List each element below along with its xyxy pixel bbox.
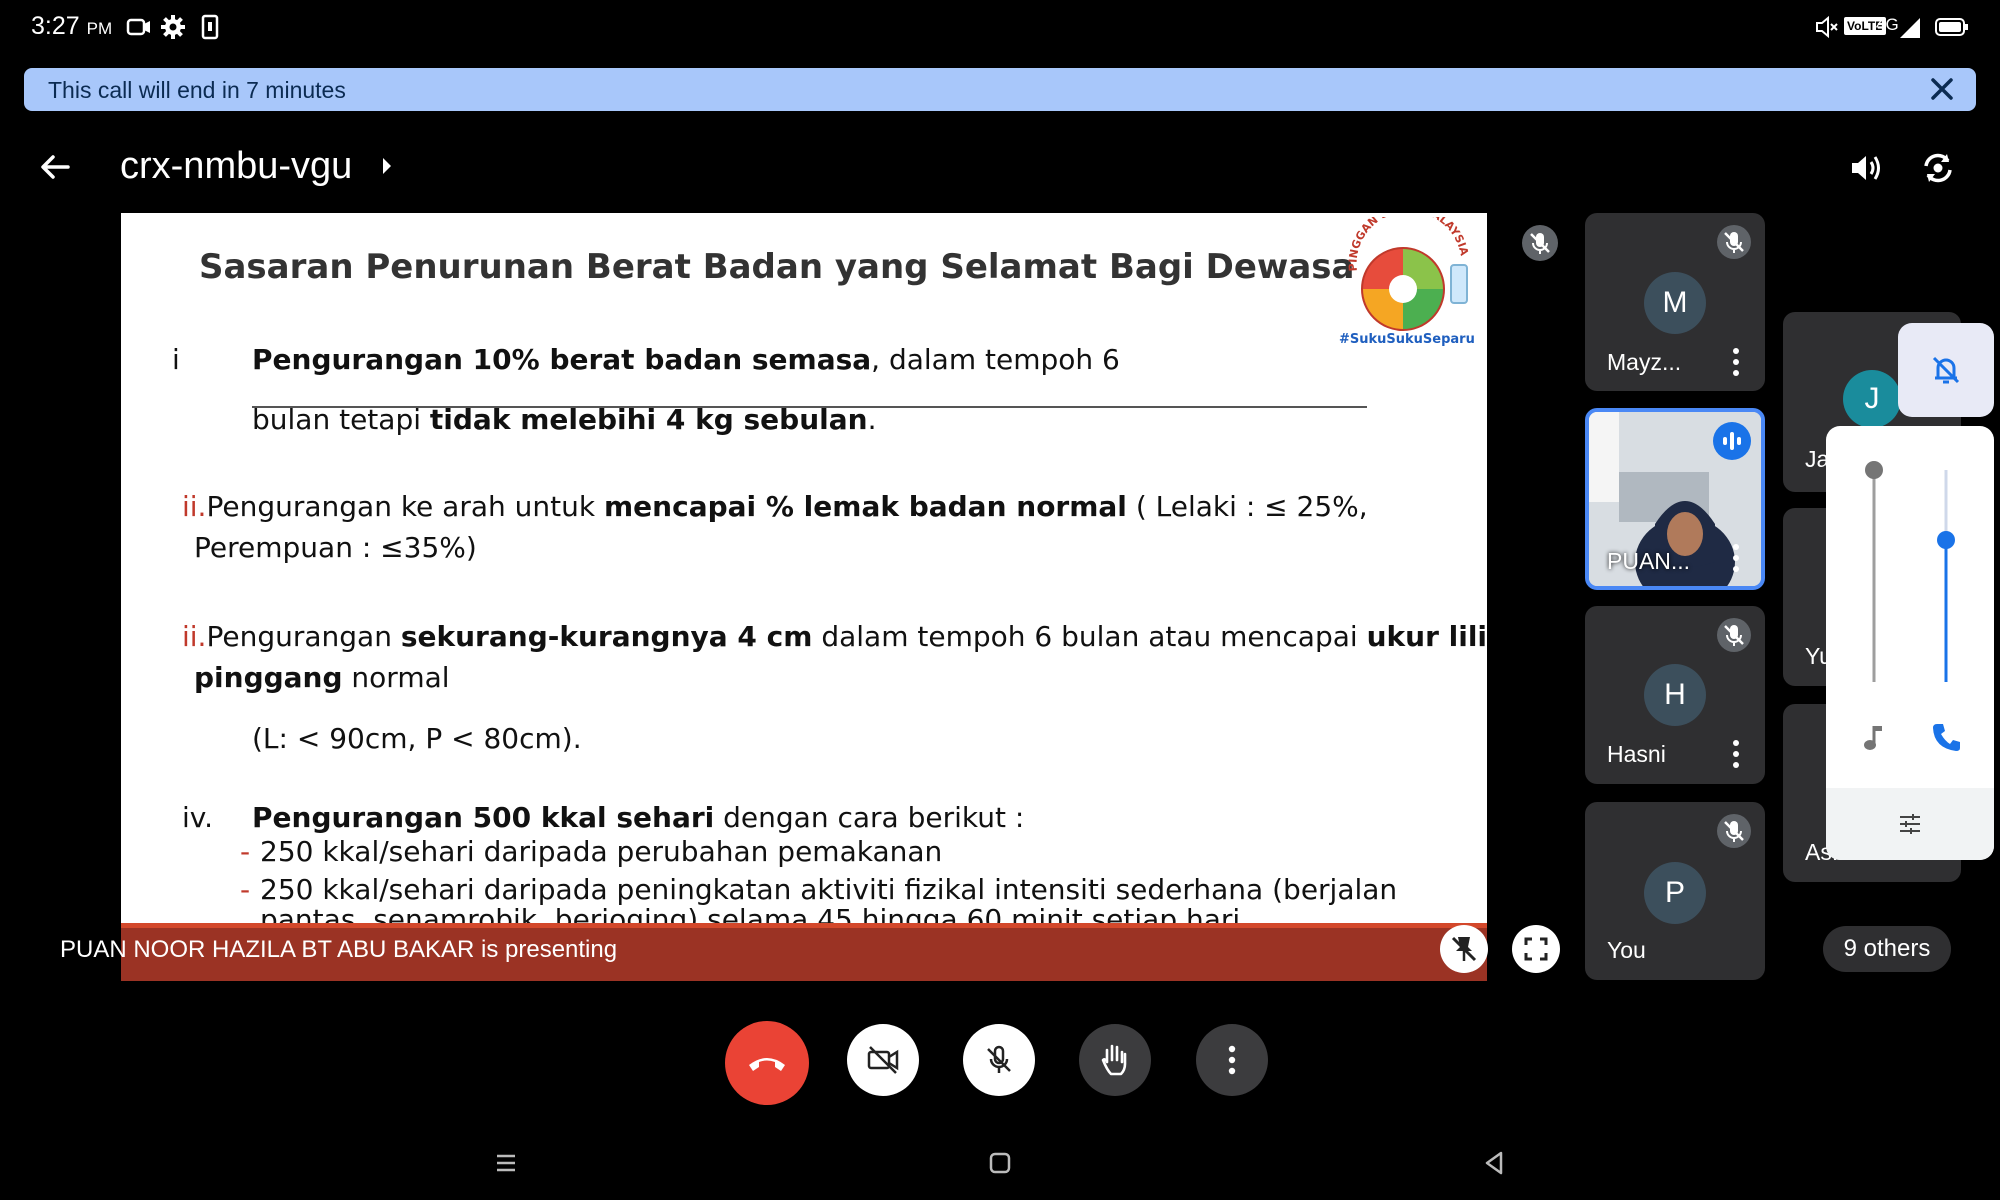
- more-vert-icon[interactable]: [1733, 348, 1741, 378]
- status-time: 3:27 PM: [31, 12, 113, 40]
- presenting-label: PUAN NOOR HAZILA BT ABU BAKAR is present…: [60, 936, 618, 963]
- more-vert-icon: [1228, 1045, 1236, 1075]
- back-arrow-icon[interactable]: [38, 150, 72, 184]
- status-bar: 3:27 PM VoLTE 4G: [0, 0, 2000, 56]
- avatar: J: [1843, 370, 1901, 428]
- more-options-button[interactable]: [1196, 1024, 1268, 1096]
- speaker-icon[interactable]: [1848, 150, 1884, 186]
- participant-name: You: [1607, 937, 1646, 963]
- tune-settings-icon[interactable]: [1896, 812, 1924, 836]
- avatar: M: [1644, 272, 1706, 334]
- call-ending-banner: This call will end in 7 minutes: [24, 68, 1976, 111]
- battery-icon: [1935, 18, 1968, 36]
- others-count[interactable]: 9 others: [1823, 926, 1951, 972]
- ringer-mute-button[interactable]: [1898, 323, 1994, 417]
- signal-icon: [1900, 18, 1920, 38]
- item4-sub2b: pantas, senamrobik, berjoging) selama 45…: [260, 903, 1250, 923]
- item3-line3: (L: < 90cm, P < 80cm).: [252, 722, 582, 755]
- item4-sub2: 250 kkal/sehari daripada peningkatan akt…: [260, 873, 1398, 906]
- participant-name: Mayz...: [1607, 349, 1682, 375]
- participant-name: PUAN...: [1607, 548, 1691, 574]
- item4-dash-1: -: [240, 835, 251, 868]
- back-nav-icon[interactable]: [1479, 1148, 1509, 1178]
- meeting-code[interactable]: crx-nmbu-vgu: [120, 145, 352, 188]
- item3-line2: pinggang normal: [194, 661, 450, 694]
- screen-record-icon: [126, 18, 150, 36]
- device-icon: [201, 14, 219, 40]
- network-type: 4G: [1876, 15, 1899, 34]
- raise-hand-button[interactable]: [1079, 1024, 1151, 1096]
- bell-off-icon: [1932, 356, 1960, 384]
- fullscreen-icon[interactable]: [1512, 925, 1560, 973]
- item4-dash-2: -: [240, 873, 251, 906]
- pinggan-sihat-logo: PINGGAN SIHAT MALAYSIA #SukuSukuSeparuh: [1339, 217, 1475, 347]
- item1-line2: bulan tetapi tidak melebihi 4 kg sebulan…: [252, 403, 877, 436]
- mic-off-icon: [1717, 814, 1751, 848]
- volume-panel: [1826, 426, 1994, 860]
- caret-right-icon[interactable]: [383, 158, 391, 174]
- item3-line1: ii.Pengurangan sekurang-kurangnya 4 cm d…: [182, 620, 1487, 653]
- phone-call-icon[interactable]: [1930, 720, 1964, 754]
- mic-off-icon: [987, 1045, 1011, 1073]
- svg-text:#SukuSukuSeparuh: #SukuSukuSeparuh: [1339, 332, 1475, 347]
- participant-name: Hasni: [1607, 741, 1666, 767]
- avatar: P: [1644, 862, 1706, 924]
- slide-title: Sasaran Penurunan Berat Badan yang Selam…: [199, 247, 1355, 287]
- home-icon[interactable]: [985, 1148, 1015, 1178]
- participant-tile-3[interactable]: H Hasni: [1585, 606, 1765, 784]
- unpin-icon[interactable]: [1440, 925, 1488, 973]
- presentation-stage[interactable]: Sasaran Penurunan Berat Badan yang Selam…: [40, 213, 1568, 981]
- avatar: H: [1644, 664, 1706, 726]
- more-vert-icon[interactable]: [1733, 544, 1741, 574]
- banner-text: This call will end in 7 minutes: [48, 77, 346, 103]
- item1-marker: i: [172, 343, 180, 376]
- item2-line2: Perempuan : ≤35%): [194, 531, 477, 564]
- switch-camera-icon[interactable]: [1920, 150, 1956, 186]
- mute-volume-icon: [1816, 15, 1838, 39]
- item4-line1: Pengurangan 500 kkal sehari dengan cara …: [252, 801, 1025, 834]
- item2-line1: ii.Pengurangan ke arah untuk mencapai % …: [182, 490, 1368, 523]
- mic-off-icon: [1717, 225, 1751, 259]
- participant-tile-speaking[interactable]: PUAN...: [1585, 408, 1765, 590]
- recents-icon[interactable]: [491, 1148, 521, 1178]
- item4-marker: iv.: [182, 801, 214, 834]
- hang-up-icon: [749, 1058, 785, 1071]
- item1-line1: Pengurangan 10% berat badan semasa, dala…: [252, 343, 1120, 376]
- end-call-button[interactable]: [725, 1021, 809, 1105]
- camera-off-icon: [867, 1046, 899, 1074]
- shared-slide: Sasaran Penurunan Berat Badan yang Selam…: [121, 213, 1487, 923]
- close-icon[interactable]: [1926, 73, 1958, 105]
- mic-off-icon: [1522, 225, 1558, 261]
- participant-tile-1[interactable]: M Mayz...: [1585, 213, 1765, 391]
- music-note-icon[interactable]: [1860, 722, 1888, 754]
- camera-toggle-button[interactable]: [847, 1024, 919, 1096]
- gear-icon: [161, 15, 185, 39]
- item4-sub1: 250 kkal/sehari daripada perubahan pemak…: [260, 835, 943, 868]
- mic-toggle-button[interactable]: [963, 1024, 1035, 1096]
- hand-icon: [1101, 1044, 1127, 1076]
- more-vert-icon[interactable]: [1733, 740, 1741, 770]
- mic-off-icon: [1717, 618, 1751, 652]
- speaking-indicator-icon: [1713, 422, 1751, 460]
- participant-tile-self[interactable]: P You: [1585, 802, 1765, 980]
